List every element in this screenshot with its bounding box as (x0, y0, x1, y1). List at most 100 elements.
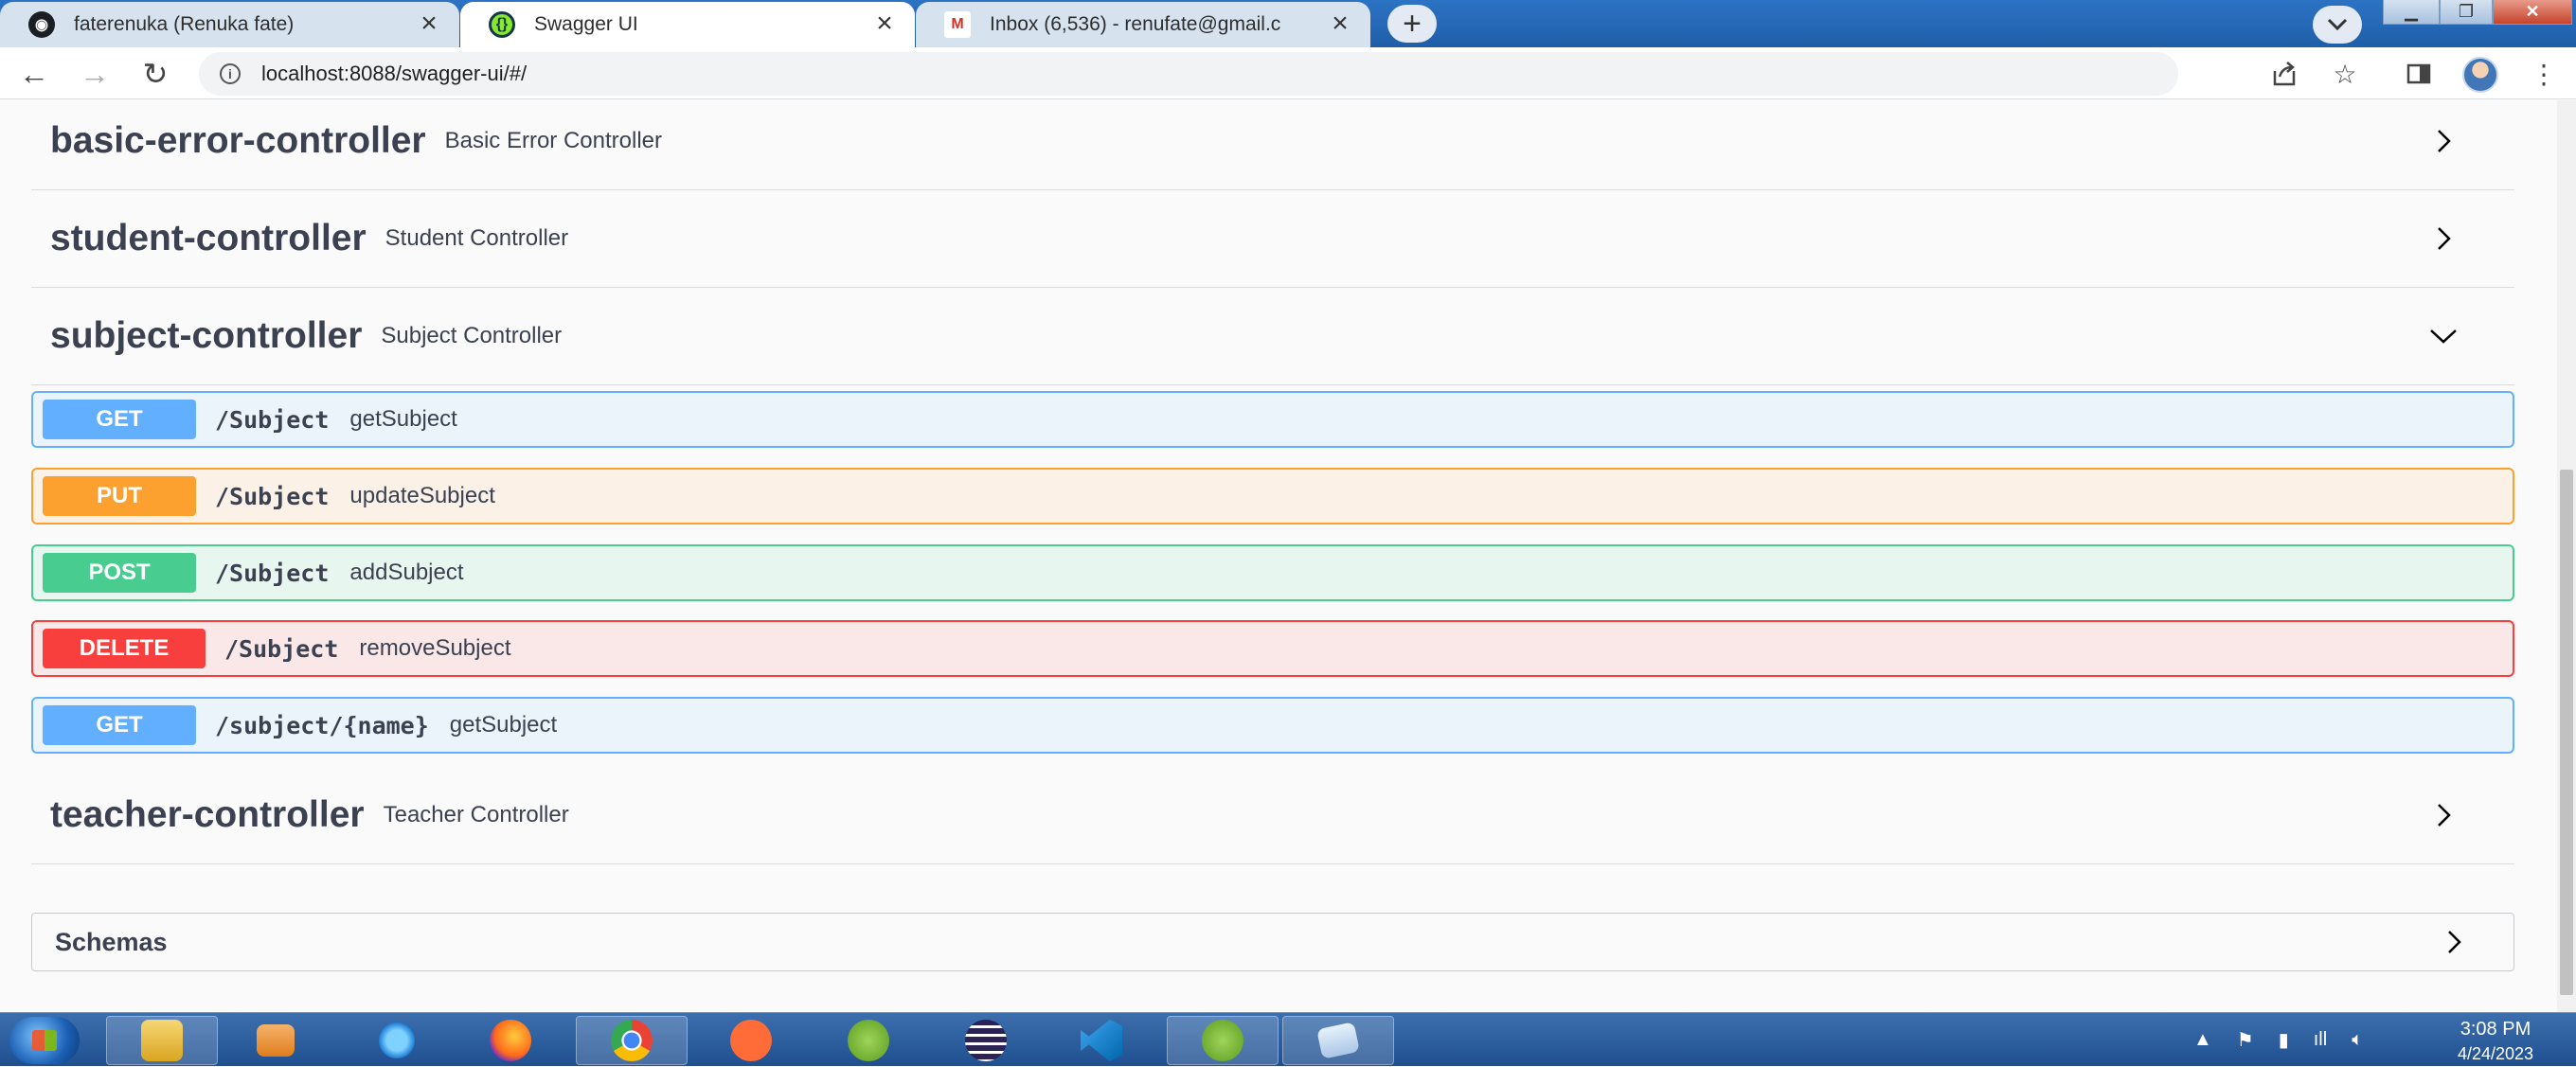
bookmark-button[interactable]: ☆ (2328, 57, 2362, 91)
info-icon[interactable]: i (220, 63, 241, 84)
section-basic-error-controller[interactable]: basic-error-controller Basic Error Contr… (31, 93, 2514, 190)
operation-summary: updateSubject (349, 483, 495, 508)
tab-gmail[interactable]: M Inbox (6,536) - renufate@gmail.c × (916, 2, 1370, 47)
reload-icon: ↻ (142, 57, 169, 91)
operation-post-subject[interactable]: POST /Subject addSubject (31, 544, 2514, 601)
chevron-right-icon[interactable] (2429, 801, 2458, 829)
taskbar-vscode[interactable] (1046, 1016, 1157, 1065)
taskbar-notepad[interactable] (1282, 1016, 1394, 1065)
operation-path: /subject/{name} (215, 711, 429, 739)
operation-path: /Subject (215, 405, 330, 434)
operation-put-subject[interactable]: PUT /Subject updateSubject (31, 468, 2514, 525)
taskbar-file-explorer[interactable] (106, 1016, 218, 1065)
taskbar-firefox[interactable] (455, 1016, 566, 1065)
share-icon (2273, 62, 2296, 86)
url-text[interactable]: localhost:8088/swagger-ui/#/ (261, 62, 527, 86)
close-icon[interactable]: × (414, 9, 444, 40)
taskbar-internet-explorer[interactable] (341, 1016, 453, 1065)
battery-icon[interactable]: ▮ (2279, 1028, 2289, 1052)
chevron-right-icon[interactable] (2440, 928, 2468, 956)
close-icon[interactable]: × (1325, 9, 1355, 40)
close-window-button[interactable]: ✕ (2493, 0, 2572, 25)
taskbar-eclipse[interactable] (930, 1016, 1042, 1065)
clock-date: 4/24/2023 (2457, 1044, 2534, 1063)
forward-button[interactable]: → (76, 55, 114, 93)
chevron-right-icon[interactable] (2429, 224, 2458, 253)
chevron-down-icon (2327, 18, 2348, 31)
taskbar-spring-tools-2[interactable] (1167, 1016, 1279, 1065)
operation-summary: addSubject (349, 560, 464, 585)
swagger-icon: {} (489, 11, 515, 38)
section-student-controller[interactable]: student-controller Student Controller (31, 190, 2514, 288)
taskbar-spring-tools[interactable] (813, 1016, 924, 1065)
tab-search-button[interactable] (2313, 6, 2362, 44)
reload-button[interactable]: ↻ (136, 55, 174, 93)
new-tab-button[interactable]: + (1387, 5, 1437, 43)
taskbar-clock[interactable]: 3:08 PM 4/24/2023 (2424, 1019, 2567, 1064)
clock-time: 3:08 PM (2460, 1019, 2531, 1040)
operation-path: /Subject (215, 482, 330, 510)
start-button[interactable] (9, 1017, 80, 1064)
volume-icon[interactable]: 🔈︎ (2352, 1029, 2363, 1051)
operation-delete-subject[interactable]: DELETE /Subject removeSubject (31, 620, 2514, 677)
github-icon: ◉ (28, 11, 55, 38)
http-method-badge: DELETE (43, 629, 206, 668)
close-icon[interactable]: × (869, 9, 900, 40)
tab-title: faterenuka (Renuka fate) (74, 13, 295, 35)
tab-github[interactable]: ◉ faterenuka (Renuka fate) × (0, 2, 459, 47)
section-subject-controller[interactable]: subject-controller Subject Controller (31, 288, 2514, 385)
side-panel-button[interactable] (2402, 57, 2436, 91)
show-hidden-icons-icon[interactable]: ▲ (2193, 1029, 2212, 1051)
page-scrollbar[interactable] (2557, 100, 2576, 1012)
eclipse-icon (965, 1020, 1007, 1061)
operation-summary: removeSubject (359, 635, 511, 661)
windows-taskbar: ▲ ⚑ ▮ ıll 🔈︎ 3:08 PM 4/24/2023 (0, 1012, 2576, 1066)
operation-path: /Subject (215, 559, 330, 587)
back-button[interactable]: ← (15, 55, 53, 93)
section-description: Teacher Controller (383, 802, 569, 827)
maximize-window-button[interactable]: ❐ (2440, 0, 2493, 25)
system-tray: ▲ ⚑ ▮ ıll 🔈︎ (2193, 1013, 2388, 1067)
tab-swagger[interactable]: {} Swagger UI × (460, 2, 915, 47)
http-method-badge: GET (43, 400, 196, 439)
browser-toolbar: ← → ↻ i localhost:8088/swagger-ui/#/ ☆ ⋮ (0, 47, 2576, 99)
section-title: basic-error-controller (50, 120, 426, 161)
arrow-right-icon: → (80, 56, 110, 91)
operation-get-subject-by-name[interactable]: GET /subject/{name} getSubject (31, 697, 2514, 754)
browser-menu-button[interactable]: ⋮ (2527, 57, 2561, 91)
operation-get-subject[interactable]: GET /Subject getSubject (31, 391, 2514, 448)
http-method-badge: PUT (43, 476, 196, 516)
media-player-icon (257, 1024, 295, 1057)
schemas-section[interactable]: Schemas (31, 913, 2514, 971)
taskbar-postman[interactable] (695, 1016, 807, 1065)
chrome-icon (611, 1020, 653, 1061)
section-title: teacher-controller (50, 794, 365, 835)
share-button[interactable] (2267, 57, 2301, 91)
notepad-icon (1316, 1022, 1360, 1059)
scrollbar-thumb[interactable] (2560, 470, 2573, 995)
file-explorer-icon (141, 1020, 183, 1061)
taskbar-chrome[interactable] (576, 1016, 688, 1065)
chevron-down-icon[interactable] (2429, 322, 2458, 350)
gmail-icon: M (944, 11, 971, 38)
postman-icon (730, 1020, 772, 1061)
section-teacher-controller[interactable]: teacher-controller Teacher Controller (31, 767, 2514, 864)
star-icon: ☆ (2333, 59, 2357, 89)
minimize-window-button[interactable]: ▁ (2383, 0, 2440, 25)
profile-avatar[interactable] (2462, 57, 2498, 93)
network-signal-icon[interactable]: ıll (2314, 1029, 2327, 1051)
action-center-flag-icon[interactable]: ⚑ (2237, 1028, 2254, 1052)
arrow-left-icon: ← (19, 56, 49, 91)
side-panel-icon (2406, 63, 2431, 84)
vscode-icon (1081, 1020, 1122, 1061)
http-method-badge: POST (43, 553, 196, 593)
chevron-right-icon[interactable] (2429, 127, 2458, 155)
section-description: Basic Error Controller (444, 128, 663, 153)
taskbar-media-player[interactable] (220, 1016, 331, 1065)
address-bar[interactable]: i localhost:8088/swagger-ui/#/ (199, 52, 2178, 96)
schemas-title: Schemas (55, 927, 168, 956)
tab-title: Inbox (6,536) - renufate@gmail.c (990, 13, 1281, 35)
spring-tools-icon (848, 1020, 889, 1061)
operation-path: /Subject (224, 634, 339, 663)
operation-summary: getSubject (349, 406, 457, 432)
